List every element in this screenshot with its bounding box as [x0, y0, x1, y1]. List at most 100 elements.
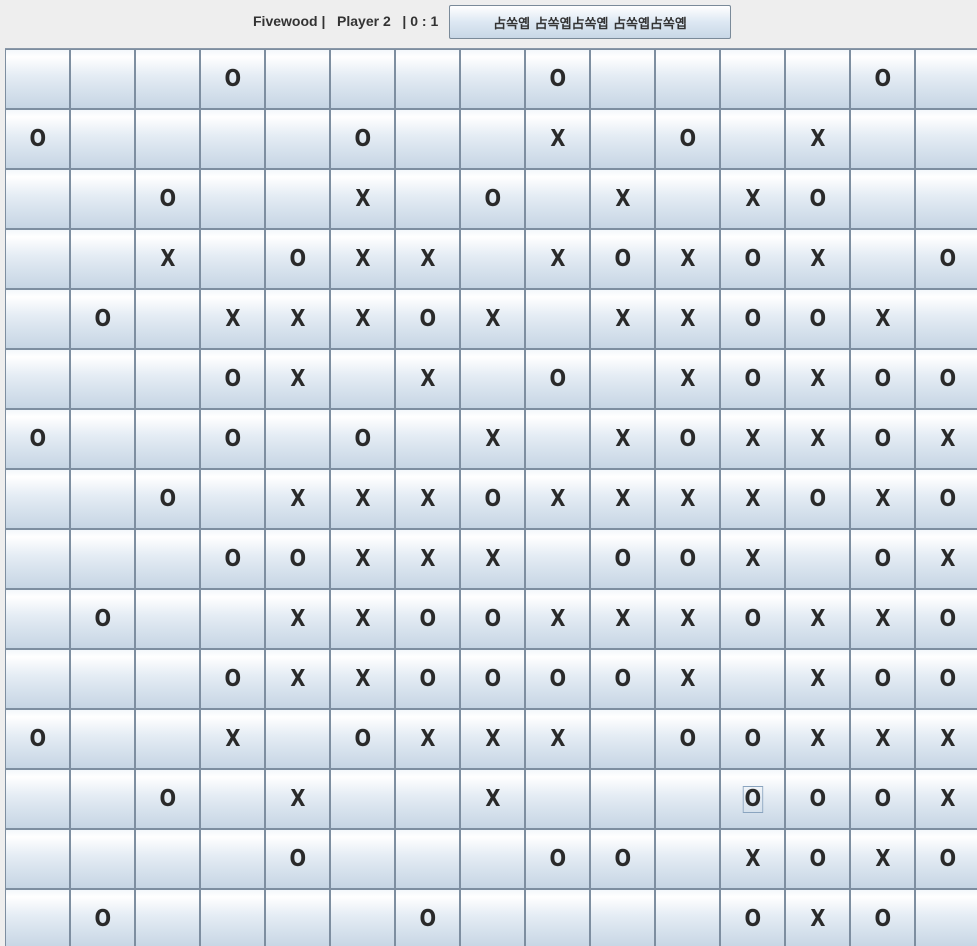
board-cell[interactable]: O: [850, 349, 915, 409]
board-cell[interactable]: O: [135, 169, 200, 229]
board-cell[interactable]: X: [330, 589, 395, 649]
board-cell[interactable]: [590, 349, 655, 409]
board-cell[interactable]: X: [850, 289, 915, 349]
board-cell[interactable]: [5, 169, 70, 229]
board-cell[interactable]: X: [460, 409, 525, 469]
board-cell[interactable]: [525, 769, 590, 829]
board-cell[interactable]: O: [395, 589, 460, 649]
board-cell[interactable]: O: [850, 409, 915, 469]
board-cell[interactable]: [330, 49, 395, 109]
board-cell[interactable]: O: [655, 529, 720, 589]
board-cell[interactable]: X: [265, 649, 330, 709]
board-cell[interactable]: [655, 769, 720, 829]
board-cell[interactable]: O: [720, 289, 785, 349]
board-cell[interactable]: O: [720, 589, 785, 649]
board-cell[interactable]: X: [590, 289, 655, 349]
board-cell[interactable]: O: [720, 349, 785, 409]
board-cell[interactable]: [265, 109, 330, 169]
board-cell[interactable]: [460, 889, 525, 946]
board-cell[interactable]: [915, 169, 977, 229]
board-cell[interactable]: [70, 649, 135, 709]
board-cell[interactable]: [330, 769, 395, 829]
board-cell[interactable]: O: [200, 409, 265, 469]
board-cell[interactable]: O: [590, 649, 655, 709]
board-cell[interactable]: [5, 889, 70, 946]
board-cell[interactable]: [460, 49, 525, 109]
board-cell[interactable]: X: [590, 589, 655, 649]
board-cell[interactable]: [265, 409, 330, 469]
board-cell[interactable]: X: [525, 229, 590, 289]
board-cell[interactable]: [135, 49, 200, 109]
board-cell[interactable]: X: [200, 709, 265, 769]
board-cell[interactable]: O: [655, 409, 720, 469]
board-cell[interactable]: X: [915, 709, 977, 769]
board-cell[interactable]: [70, 469, 135, 529]
board-cell[interactable]: O: [135, 469, 200, 529]
board-cell[interactable]: [785, 529, 850, 589]
board-cell[interactable]: [265, 709, 330, 769]
board-cell[interactable]: [395, 169, 460, 229]
board-cell[interactable]: X: [330, 229, 395, 289]
board-cell[interactable]: [200, 889, 265, 946]
board-cell[interactable]: [200, 169, 265, 229]
board-cell[interactable]: [135, 349, 200, 409]
board-cell[interactable]: [330, 889, 395, 946]
board-cell[interactable]: X: [785, 589, 850, 649]
board-cell[interactable]: X: [525, 709, 590, 769]
board-cell[interactable]: [915, 49, 977, 109]
board-cell[interactable]: O: [5, 709, 70, 769]
board-cell[interactable]: O: [785, 289, 850, 349]
board-cell[interactable]: O: [850, 769, 915, 829]
board-cell[interactable]: X: [395, 349, 460, 409]
board-cell[interactable]: [460, 109, 525, 169]
board-cell[interactable]: [655, 889, 720, 946]
board-cell[interactable]: X: [395, 229, 460, 289]
board-cell[interactable]: X: [915, 409, 977, 469]
board-cell[interactable]: [720, 649, 785, 709]
board-cell[interactable]: O: [135, 769, 200, 829]
board-cell[interactable]: O: [200, 529, 265, 589]
board-cell[interactable]: [5, 289, 70, 349]
board-cell[interactable]: O: [200, 49, 265, 109]
board-cell[interactable]: [70, 169, 135, 229]
board-cell[interactable]: O: [265, 229, 330, 289]
board-cell[interactable]: [850, 109, 915, 169]
board-cell[interactable]: [785, 49, 850, 109]
board-cell[interactable]: O: [265, 829, 330, 889]
board-cell[interactable]: X: [200, 289, 265, 349]
board-cell[interactable]: [200, 469, 265, 529]
board-cell[interactable]: [70, 109, 135, 169]
board-cell[interactable]: [135, 409, 200, 469]
board-cell[interactable]: [135, 109, 200, 169]
board-cell[interactable]: [395, 109, 460, 169]
board-cell[interactable]: [655, 49, 720, 109]
board-cell[interactable]: [395, 829, 460, 889]
board-cell[interactable]: [850, 229, 915, 289]
board-cell[interactable]: O: [590, 229, 655, 289]
board-cell[interactable]: X: [395, 529, 460, 589]
board-cell[interactable]: X: [460, 289, 525, 349]
board-cell[interactable]: [5, 649, 70, 709]
board-cell[interactable]: X: [720, 469, 785, 529]
board-cell[interactable]: X: [785, 349, 850, 409]
board-cell[interactable]: X: [330, 529, 395, 589]
board-cell[interactable]: [135, 529, 200, 589]
board-cell[interactable]: O: [590, 529, 655, 589]
board-cell[interactable]: [5, 829, 70, 889]
board-cell[interactable]: [590, 109, 655, 169]
board-cell[interactable]: [135, 709, 200, 769]
board-cell[interactable]: O: [590, 829, 655, 889]
board-cell[interactable]: [70, 529, 135, 589]
board-cell[interactable]: X: [460, 529, 525, 589]
board-cell[interactable]: [720, 109, 785, 169]
board-cell[interactable]: O: [200, 349, 265, 409]
board-cell[interactable]: O: [265, 529, 330, 589]
reset-button[interactable]: 占쏙옙 占쏙옙占쏙옙 占쏙옙占쏙옙: [449, 5, 731, 39]
board-cell[interactable]: [395, 49, 460, 109]
board-cell[interactable]: O: [5, 109, 70, 169]
board-cell[interactable]: X: [265, 289, 330, 349]
board-cell[interactable]: O: [460, 589, 525, 649]
board-cell[interactable]: [5, 589, 70, 649]
board-cell[interactable]: [5, 469, 70, 529]
board-cell[interactable]: [70, 769, 135, 829]
